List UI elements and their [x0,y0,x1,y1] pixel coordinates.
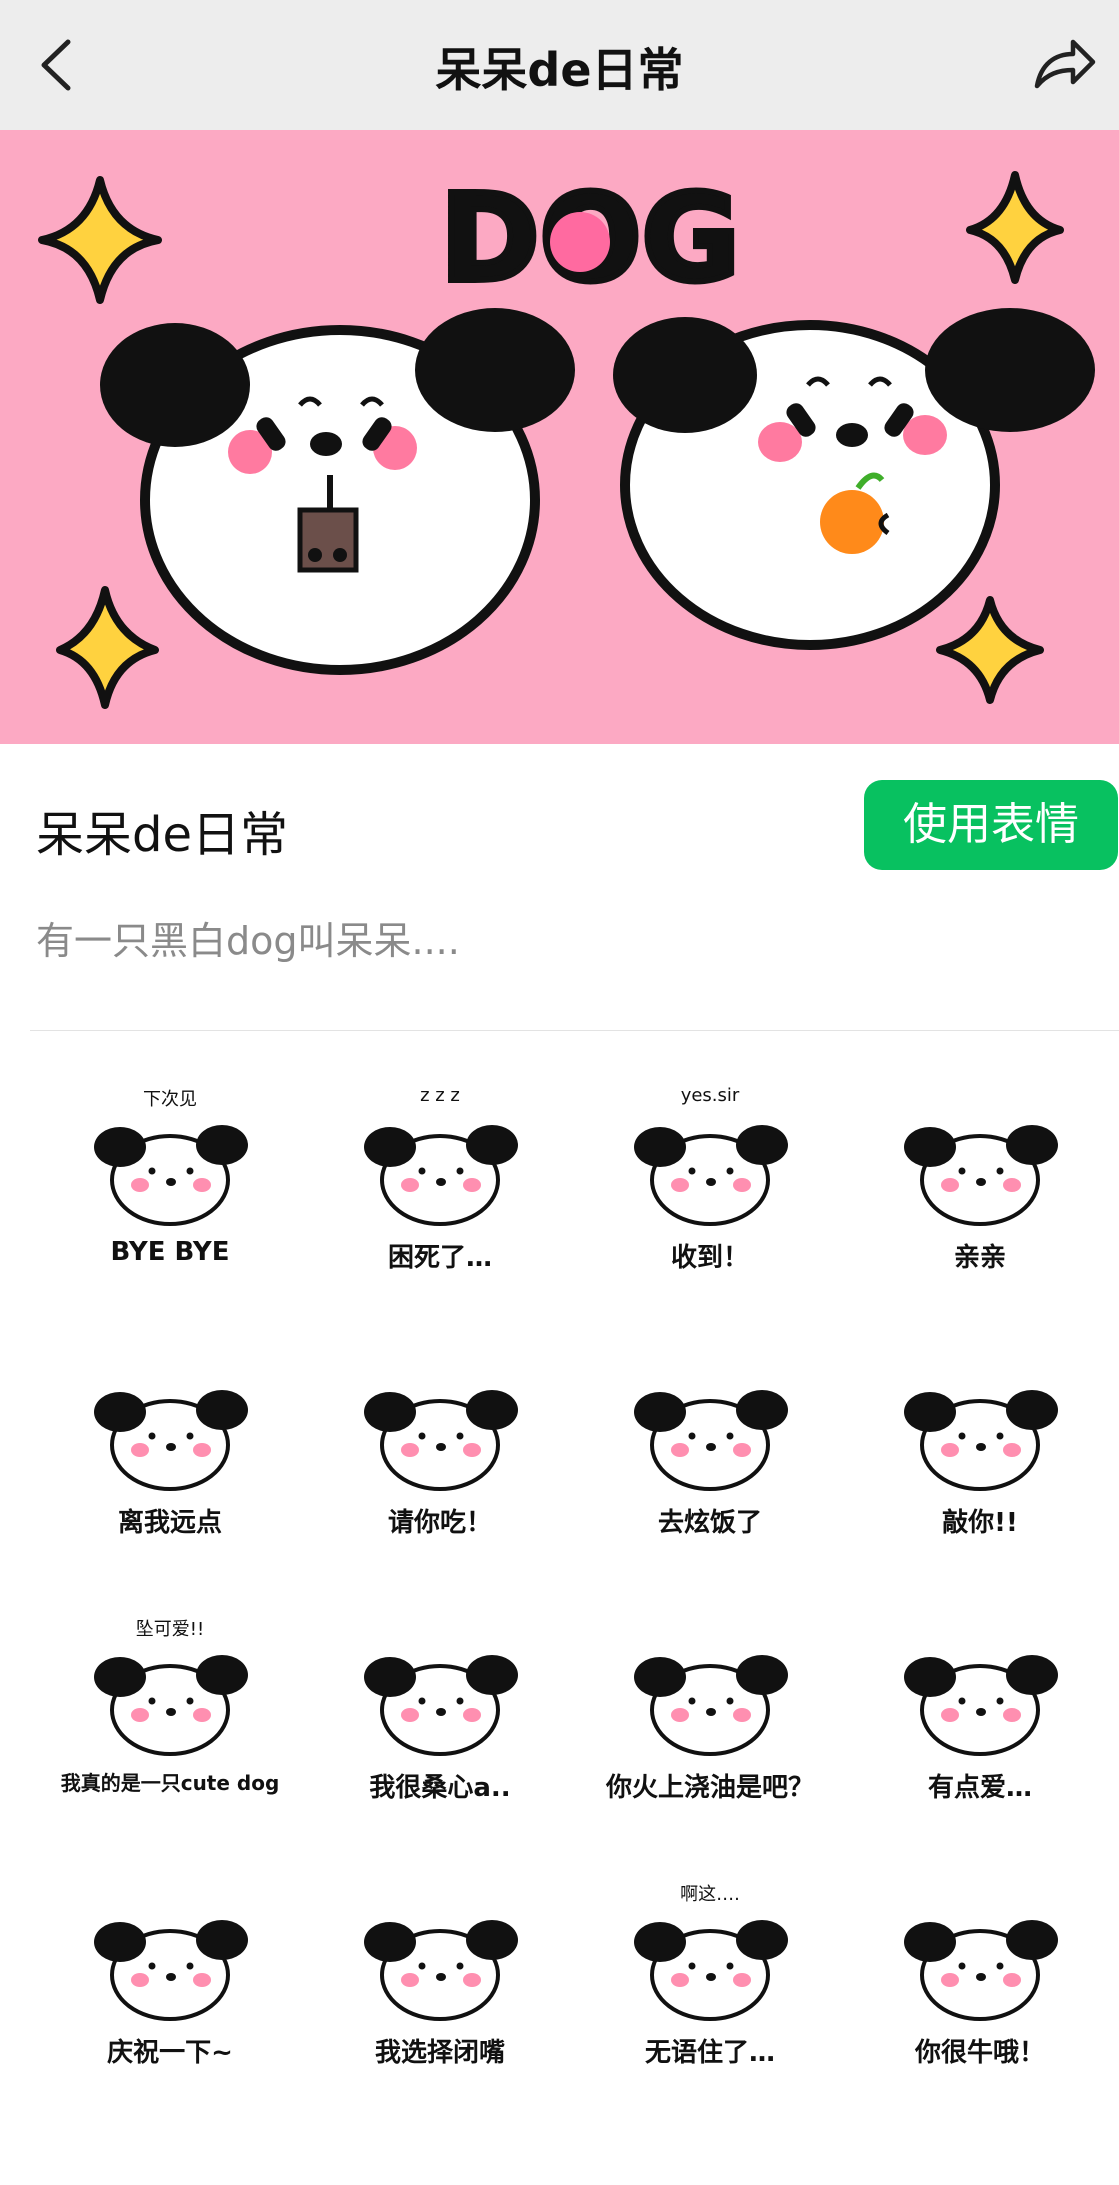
panda-dog-icon [94,1390,248,1491]
panda-dog-icon [904,1920,1058,2021]
navigation-bar: 呆呆de日常 [0,0,1119,130]
panda-dog-icon [364,1125,518,1226]
panda-dog-icon [364,1920,518,2021]
sticker-caption: 困死了… [387,1243,492,1273]
panda-dog-icon [634,1125,788,1226]
sticker-caption: 你很牛哦！ [914,2038,1045,2068]
share-icon[interactable] [1029,28,1099,98]
sticker-item[interactable]: 敲你!! [850,1350,1110,1610]
panda-dog-icon [364,1390,518,1491]
sticker-top-text: 下次见 [143,1089,197,1110]
sticker-caption: 我很桑心a.. [369,1773,511,1803]
pack-title: 呆呆de日常 [36,807,289,863]
sticker-item[interactable]: 你火上浇油是吧？ [580,1615,840,1875]
sticker-item[interactable]: 庆祝一下~ [40,1880,300,2140]
sticker-caption: 请你吃！ [387,1508,492,1538]
sticker-caption: 有点爱… [927,1773,1032,1803]
panda-dog-icon [904,1125,1058,1226]
sticker-caption: 庆祝一下~ [107,2038,233,2068]
sticker-caption: BYE BYE [110,1237,230,1267]
sticker-item[interactable]: 我很桑心a.. [310,1615,570,1875]
sticker-caption: 离我远点 [117,1508,222,1538]
panda-dog-icon [94,1920,248,2021]
sticker-item[interactable]: yes.sir 收到！ [580,1085,840,1345]
panda-dog-icon [364,1655,518,1756]
sticker-caption: 收到！ [670,1243,749,1273]
dog-right-illustration [613,308,1095,650]
sticker-top-text: 啊这…. [680,1884,740,1905]
sticker-caption: 无语住了… [644,2038,775,2068]
sticker-caption: 敲你!! [942,1508,1018,1538]
sticker-pack-banner: DOG [0,130,1119,744]
panda-dog-icon [634,1390,788,1491]
sticker-top-text: yes.sir [680,1085,740,1106]
sticker-item[interactable]: 坠可爱!! 我真的是一只cute dog [40,1615,300,1875]
sticker-item[interactable]: z z z 困死了… [310,1085,570,1345]
sticker-item[interactable]: 去炫饭了 [580,1350,840,1610]
sticker-item[interactable]: 你很牛哦！ [850,1880,1110,2140]
sticker-top-text: z z z [420,1085,460,1106]
sticker-item[interactable]: 有点爱… [850,1615,1110,1875]
use-sticker-button[interactable]: 使用表情 [864,780,1118,870]
panda-dog-icon [904,1390,1058,1491]
sticker-caption: 去炫饭了 [657,1508,762,1538]
sticker-caption: 我真的是一只cute dog [60,1771,280,1795]
page-title: 呆呆de日常 [435,43,684,97]
sticker-item[interactable]: 啊这…. 无语住了… [580,1880,840,2140]
sticker-item[interactable]: 离我远点 [40,1350,300,1610]
panda-dog-icon [634,1655,788,1756]
divider [30,1030,1119,1031]
sticker-item[interactable]: 亲亲 [850,1085,1110,1345]
sticker-item[interactable]: 请你吃！ [310,1350,570,1610]
pack-description: 有一只黑白dog叫呆呆.... [36,919,460,963]
sticker-caption: 亲亲 [953,1243,1006,1273]
sticker-top-text: 坠可爱!! [135,1619,205,1640]
sticker-caption: 我选择闭嘴 [374,2038,505,2068]
sticker-item[interactable]: 下次见 BYE BYE [40,1085,300,1345]
sticker-caption: 你火上浇油是吧？ [605,1773,814,1803]
banner-illustration: DOG [38,167,1095,709]
sticker-item[interactable]: 我选择闭嘴 [310,1880,570,2140]
panda-dog-icon [904,1655,1058,1756]
dog-left-illustration [100,308,575,675]
